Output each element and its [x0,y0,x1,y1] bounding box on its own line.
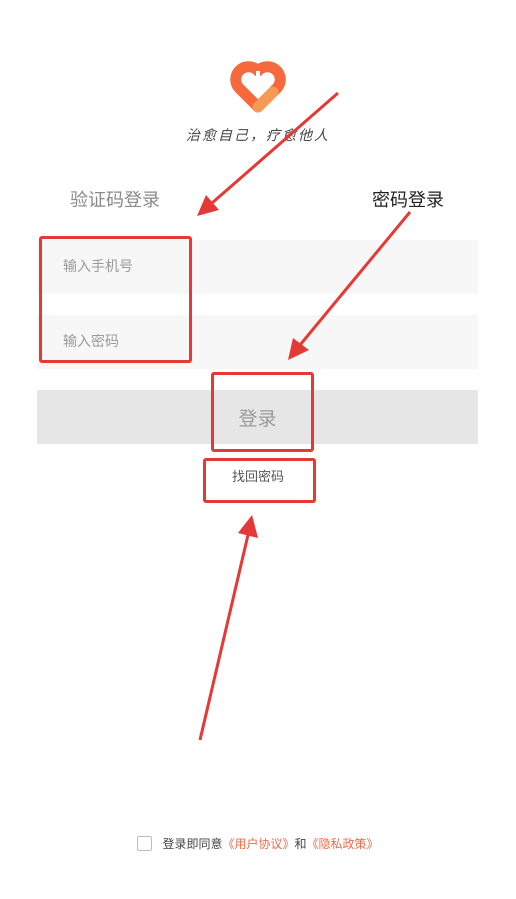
agreement-checkbox[interactable] [137,836,153,851]
user-agreement-link[interactable]: 《用户协议》 [222,835,294,852]
phone-input[interactable] [61,246,465,288]
tab-sms-login[interactable]: 验证码登录 [70,186,160,212]
agreement-conjunction: 和 [294,837,307,851]
red-arrow-icon [198,515,258,741]
password-field [37,315,478,369]
slogan: 治愈自己，疗愈他人 [186,128,330,144]
tab-password-login[interactable]: 密码登录 [372,186,444,212]
password-input[interactable] [61,321,465,363]
forgot-password-link[interactable]: 找回密码 [0,466,516,485]
heart-logo-icon [230,61,286,113]
privacy-policy-link[interactable]: 《隐私政策》 [307,835,379,852]
phone-field [37,240,478,294]
agreement-prefix: 登录即同意 [162,837,223,851]
login-button[interactable]: 登录 [37,390,478,444]
agreement-row: 登录即同意 《用户协议》 和 《隐私政策》 [0,835,516,852]
